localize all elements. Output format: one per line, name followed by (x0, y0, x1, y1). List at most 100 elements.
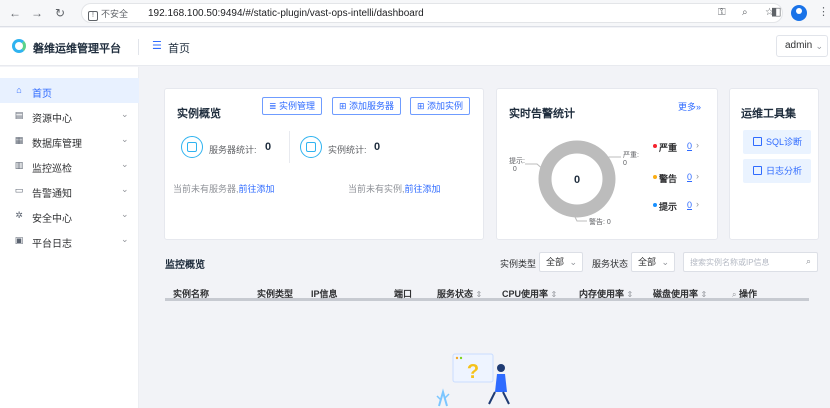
reload-icon[interactable]: ↻ (53, 6, 67, 20)
search-icon[interactable]: ⌕ (806, 256, 811, 267)
col-instance-type: 实例类型 (257, 289, 294, 299)
sidebar-item-monitoring[interactable]: ▥ 监控巡检 ⌄ (0, 153, 139, 178)
zoom-icon[interactable]: ⌕ (742, 7, 748, 18)
legend-name: 提示 (659, 202, 678, 212)
instance-stat-value: 0 (374, 141, 381, 153)
status-filter-select[interactable]: 全部 ⌄ (631, 252, 675, 272)
profile-avatar[interactable] (791, 5, 807, 21)
add-server-button[interactable]: ⊞ 添加服务器 (332, 97, 402, 115)
sidebar-item-label: 安全中心 (32, 214, 72, 225)
svg-text:?: ? (467, 361, 479, 383)
legend-value[interactable]: 0 (687, 141, 692, 151)
legend-value[interactable]: 0 (687, 172, 692, 182)
table-header: 实例名称 实例类型 IP信息 端口 服务状态 ⇕ CPU使用率 ⇕ 内存使用率 … (165, 285, 809, 301)
col-cpu[interactable]: CPU使用率 ⇕ (502, 287, 557, 300)
log-icon (753, 166, 762, 175)
instance-empty-text: 当前未有实例,前往添加 (348, 182, 441, 195)
go-add-server-link[interactable]: 前往添加 (239, 184, 275, 194)
col-service-status[interactable]: 服务状态 ⇕ (437, 287, 482, 300)
type-filter-select[interactable]: 全部 ⌄ (539, 252, 583, 272)
page-title: 首页 (168, 43, 190, 55)
chevron-down-icon: ⌄ (121, 234, 129, 244)
password-key-icon[interactable]: ⚿ (718, 7, 726, 18)
sidebar-item-label: 首页 (32, 89, 52, 100)
add-instance-button[interactable]: ⊞ 添加实例 (410, 97, 471, 115)
chevron-down-icon: ⌄ (121, 184, 129, 194)
url-text[interactable]: 192.168.100.50:9494/#/static-plugin/vast… (148, 8, 424, 19)
search-box[interactable]: ⌕ (683, 252, 818, 272)
legend-value[interactable]: 0 (687, 200, 692, 210)
chevron-down-icon: ⌄ (121, 159, 129, 169)
browser-toolbar: ← → ↻ ! 不安全 192.168.100.50:9494/#/static-… (0, 0, 830, 27)
sidebar-item-label: 监控巡检 (32, 164, 72, 175)
sidebar-item-label: 数据库管理 (32, 139, 82, 150)
instance-manage-button[interactable]: ≣ 实例管理 (262, 97, 323, 115)
app-title: 磐维运维管理平台 (33, 43, 121, 55)
chevron-right-icon: › (696, 199, 699, 209)
alert-donut-chart: 0 (538, 140, 616, 218)
card-title: 运维工具集 (741, 108, 796, 120)
sort-icon: ⇕ (475, 290, 483, 299)
card-title: 实时告警统计 (509, 108, 575, 120)
go-add-instance-link[interactable]: 前往添加 (405, 184, 441, 194)
sidebar-item-label: 资源中心 (32, 114, 72, 125)
chevron-right-icon: › (696, 140, 699, 150)
legend-severe[interactable]: 严重 0 › (653, 140, 713, 153)
warning-icon: ! (88, 11, 98, 21)
col-disk[interactable]: 磁盘使用率 ⇕ (653, 287, 707, 300)
menu-collapse-icon[interactable]: ☰ (152, 39, 162, 52)
more-link[interactable]: 更多» (678, 100, 701, 113)
sidebar-item-home[interactable]: ⌂ 首页 (0, 78, 139, 103)
side-panel-icon[interactable]: ◧ (771, 5, 781, 18)
chevron-down-icon: ⌄ (815, 41, 823, 51)
type-filter-label: 实例类型 (500, 259, 537, 269)
empty-message: 当前未有实例, (348, 184, 405, 194)
sidebar-item-security[interactable]: ✲ 安全中心 ⌄ (0, 203, 139, 228)
more-menu-icon[interactable]: ⋮ (818, 5, 829, 18)
legend-name: 严重 (659, 143, 678, 153)
button-label: 添加服务器 (349, 101, 395, 111)
button-label: 添加实例 (427, 101, 464, 111)
server-empty-text: 当前未有服务器,前往添加 (173, 182, 275, 195)
server-stat-icon (181, 136, 203, 158)
callout-severe: 严重: 0 (623, 152, 639, 167)
home-icon: ⌂ (16, 85, 22, 95)
instance-overview-card: 实例概览 ≣ 实例管理 ⊞ 添加服务器 ⊞ 添加实例 服务器统计: 0 实例统计… (164, 88, 484, 240)
log-analysis-tile[interactable]: 日志分析 (743, 159, 811, 183)
chevron-down-icon: ⌄ (121, 134, 129, 144)
col-instance-name: 实例名称 (173, 289, 210, 299)
logo-icon (12, 39, 26, 53)
search-icon: ⌕ (732, 290, 737, 299)
chart-icon: ▥ (14, 160, 24, 170)
sidebar-item-alerts[interactable]: ▭ 告警通知 ⌄ (0, 178, 139, 203)
sql-icon (753, 137, 762, 146)
username: admin (785, 40, 813, 51)
back-icon[interactable]: ← (8, 6, 22, 20)
address-bar[interactable]: ! 不安全 192.168.100.50:9494/#/static-plugin… (81, 3, 783, 23)
legend-hint[interactable]: 提示 0 › (653, 199, 713, 212)
callout-hint: 提示: 0 (509, 158, 525, 173)
user-dropdown[interactable]: admin ⌄ (776, 35, 828, 57)
sort-icon: ⇕ (626, 290, 634, 299)
gear-icon: ✲ (15, 210, 23, 220)
sql-diagnose-tile[interactable]: SQL诊断 (743, 130, 811, 154)
select-value: 全部 (638, 257, 657, 267)
legend-warning[interactable]: 警告 0 › (653, 171, 713, 184)
alert-stats-card: 实时告警统计 更多» 0 提示: 0 严重: 0 警告: 0 严重 0 › 警告 … (496, 88, 718, 240)
section-title: 监控概览 (165, 260, 205, 271)
sidebar-item-label: 平台日志 (32, 239, 72, 250)
security-indicator[interactable]: ! 不安全 (88, 7, 128, 21)
sidebar-item-resources[interactable]: ▤ 资源中心 ⌄ (0, 103, 139, 128)
tool-label: 日志分析 (766, 166, 803, 176)
legend-name: 警告 (659, 174, 678, 184)
sidebar-item-logs[interactable]: ▣ 平台日志 ⌄ (0, 228, 139, 253)
search-input[interactable] (690, 256, 790, 268)
column-label: 磁盘使用率 (653, 289, 699, 299)
sort-icon: ⇕ (550, 290, 558, 299)
col-memory[interactable]: 内存使用率 ⇕ (579, 287, 633, 300)
column-label: 服务状态 (437, 289, 474, 299)
database-icon: ▦ (14, 135, 24, 145)
sidebar-item-database[interactable]: ▦ 数据库管理 ⌄ (0, 128, 139, 153)
forward-icon[interactable]: → (30, 6, 44, 20)
server-stat-label: 服务器统计: (209, 145, 257, 155)
